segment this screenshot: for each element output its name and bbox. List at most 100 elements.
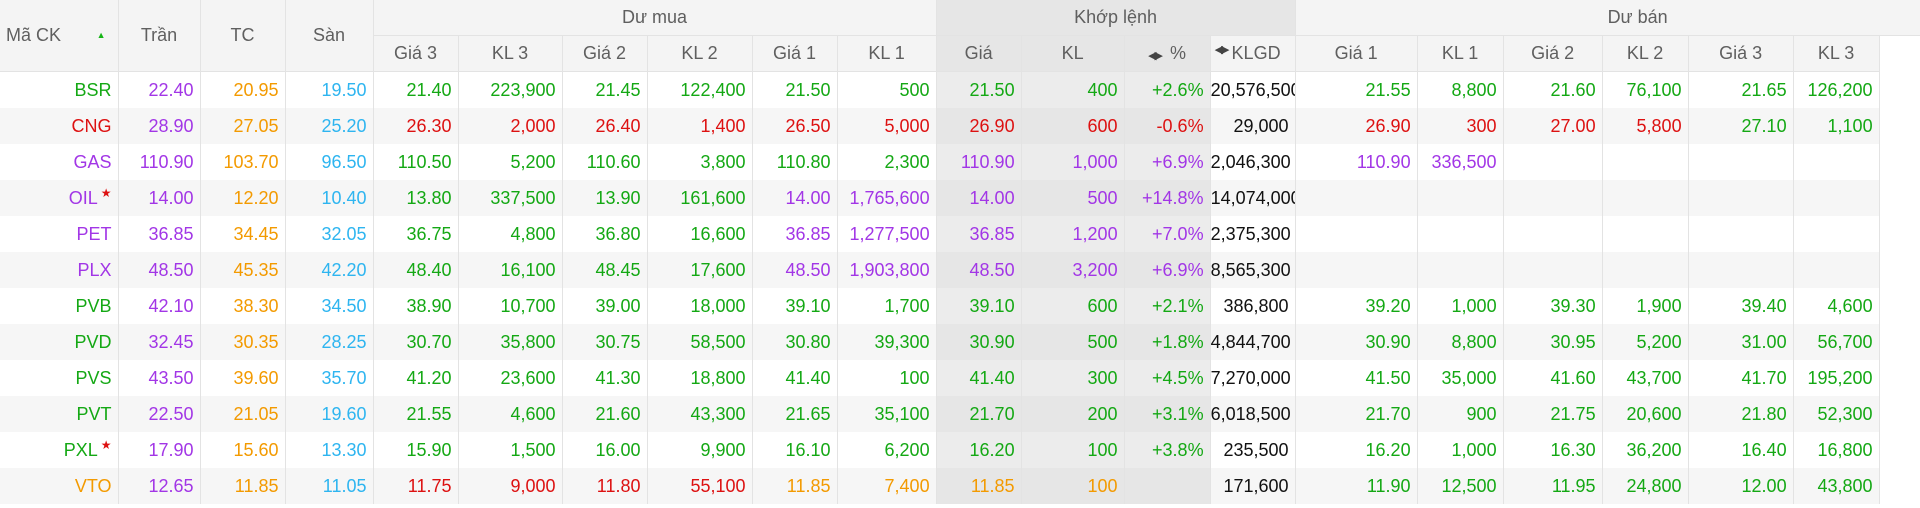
- table-row[interactable]: PLX 48.50 45.35 42.20 48.40 16,100 48.45 17,600…: [0, 252, 1920, 288]
- table-row[interactable]: PVD 32.45 30.35 28.25 30.70 35,800 30.75 58,500…: [0, 324, 1920, 360]
- bid-vol-3-cell: 337,500: [458, 180, 563, 216]
- match-percent-cell: -0.6%: [1124, 108, 1211, 144]
- symbol-label[interactable]: OIL: [69, 188, 98, 208]
- header-ask-price-3[interactable]: Giá 3: [1688, 35, 1794, 72]
- ask-vol-3-cell: [1793, 180, 1880, 216]
- symbol-label[interactable]: VTO: [75, 476, 112, 496]
- ask-price-3-cell: 31.00: [1688, 324, 1794, 360]
- symbol-cell[interactable]: PVT: [0, 396, 119, 432]
- toggle-arrows-icon[interactable]: ◀▶: [1148, 50, 1163, 62]
- total-volume-cell: 2,046,300: [1210, 144, 1296, 180]
- table-row[interactable]: PVS 43.50 39.60 35.70 41.20 23,600 41.30 18,800…: [0, 360, 1920, 396]
- symbol-cell[interactable]: GAS: [0, 144, 119, 180]
- bid-price-3-cell: 38.90: [373, 288, 459, 324]
- symbol-label[interactable]: GAS: [73, 152, 111, 172]
- header-floor[interactable]: Sàn: [285, 0, 374, 72]
- header-ask-price-1[interactable]: Giá 1: [1295, 35, 1418, 72]
- toggle-arrows-icon[interactable]: ◀▶: [1215, 43, 1230, 56]
- symbol-cell[interactable]: CNG: [0, 108, 119, 144]
- match-volume-cell: 600: [1021, 108, 1125, 144]
- header-total-volume[interactable]: ◀▶ KLGD: [1210, 35, 1296, 72]
- total-volume-cell: 20,576,500: [1210, 71, 1296, 108]
- header-bid-vol-1[interactable]: KL 1: [837, 35, 937, 72]
- header-bid-price-2[interactable]: Giá 2: [562, 35, 648, 72]
- header-match-volume[interactable]: KL: [1021, 35, 1125, 72]
- header-reference[interactable]: TC: [200, 0, 286, 72]
- bid-vol-1-cell: 500: [837, 71, 937, 108]
- header-ask-vol-3[interactable]: KL 3: [1793, 35, 1880, 72]
- table-row[interactable]: BSR 22.40 20.95 19.50 21.40 223,900 21.45 122,4…: [0, 71, 1920, 108]
- ceiling-price-cell: 36.85: [118, 216, 201, 252]
- bid-price-3-cell: 36.75: [373, 216, 459, 252]
- table-row[interactable]: PET 36.85 34.45 32.05 36.75 4,800 36.80 16,600 3…: [0, 216, 1920, 252]
- header-ask-price-2[interactable]: Giá 2: [1503, 35, 1603, 72]
- header-match-group: Khớp lệnh: [936, 0, 1296, 36]
- total-volume-cell: 14,074,000: [1210, 180, 1296, 216]
- bid-price-2-cell: 11.80: [562, 468, 648, 504]
- header-ceiling[interactable]: Trần: [118, 0, 201, 72]
- header-ask-vol-2[interactable]: KL 2: [1602, 35, 1689, 72]
- symbol-cell[interactable]: PVD: [0, 324, 119, 360]
- symbol-cell[interactable]: PLX: [0, 252, 119, 288]
- table-row[interactable]: OIL ★ 14.00 12.20 10.40 13.80 337,500 13.90 161,…: [0, 180, 1920, 216]
- symbol-cell[interactable]: PVS: [0, 360, 119, 396]
- symbol-label[interactable]: BSR: [74, 80, 111, 100]
- price-board-table: Mã CK ▲ Trần TC Sàn Dư mua Khớp lệnh Dư …: [0, 0, 1920, 504]
- symbol-cell[interactable]: VTO: [0, 468, 119, 504]
- symbol-cell[interactable]: PET: [0, 216, 119, 252]
- symbol-label[interactable]: CNG: [72, 116, 112, 136]
- bid-vol-3-cell: 10,700: [458, 288, 563, 324]
- match-volume-cell: 400: [1021, 71, 1125, 108]
- header-bid-price-1[interactable]: Giá 1: [752, 35, 838, 72]
- ask-vol-1-cell: 12,500: [1417, 468, 1504, 504]
- header-match-price[interactable]: Giá: [936, 35, 1022, 72]
- bid-vol-2-cell: 9,900: [647, 432, 753, 468]
- ask-price-3-cell: 21.80: [1688, 396, 1794, 432]
- floor-price-cell: 25.20: [285, 108, 374, 144]
- ask-vol-3-cell: 56,700: [1793, 324, 1880, 360]
- bid-price-3-cell: 110.50: [373, 144, 459, 180]
- symbol-cell[interactable]: PVB: [0, 288, 119, 324]
- symbol-cell[interactable]: PXL ★: [0, 432, 119, 468]
- symbol-label[interactable]: PET: [76, 224, 111, 244]
- table-row[interactable]: PXL ★ 17.90 15.60 13.30 15.90 1,500 16.00 9,900 1…: [0, 432, 1920, 468]
- symbol-label[interactable]: PLX: [77, 260, 111, 280]
- table-row[interactable]: VTO 12.65 11.85 11.05 11.75 9,000 11.80 55,100 1…: [0, 468, 1920, 504]
- ask-price-1-cell: 39.20: [1295, 288, 1418, 324]
- table-row[interactable]: GAS 110.90 103.70 96.50 110.50 5,200 110.60 3,8…: [0, 144, 1920, 180]
- header-bid-vol-2[interactable]: KL 2: [647, 35, 753, 72]
- floor-price-cell: 34.50: [285, 288, 374, 324]
- ceiling-price-cell: 32.45: [118, 324, 201, 360]
- symbol-cell[interactable]: BSR: [0, 71, 119, 108]
- sort-asc-icon[interactable]: ▲: [97, 30, 106, 40]
- symbol-label[interactable]: PVB: [75, 296, 111, 316]
- table-row[interactable]: PVB 42.10 38.30 34.50 38.90 10,700 39.00 18,000…: [0, 288, 1920, 324]
- bid-price-1-cell: 21.50: [752, 71, 838, 108]
- header-ask-vol-1[interactable]: KL 1: [1417, 35, 1504, 72]
- bid-vol-3-cell: 223,900: [458, 71, 563, 108]
- match-percent-cell: +4.5%: [1124, 360, 1211, 396]
- header-ask-group: Dư bán: [1295, 0, 1920, 36]
- symbol-cell[interactable]: OIL ★: [0, 180, 119, 216]
- table-row[interactable]: PVT 22.50 21.05 19.60 21.55 4,600 21.60 43,300 2…: [0, 396, 1920, 432]
- bid-price-3-cell: 41.20: [373, 360, 459, 396]
- symbol-label[interactable]: PVS: [75, 368, 111, 388]
- header-bid-price-3[interactable]: Giá 3: [373, 35, 459, 72]
- ask-vol-2-cell: 1,900: [1602, 288, 1689, 324]
- header-symbol[interactable]: Mã CK ▲: [0, 0, 119, 72]
- header-match-percent[interactable]: ◀▶ %: [1124, 35, 1211, 72]
- symbol-label[interactable]: PXL: [64, 440, 98, 460]
- total-volume-cell: 235,500: [1210, 432, 1296, 468]
- header-bid-vol-3[interactable]: KL 3: [458, 35, 563, 72]
- table-row[interactable]: CNG 28.90 27.05 25.20 26.30 2,000 26.40 1,400 26…: [0, 108, 1920, 144]
- ask-price-3-cell: [1688, 144, 1794, 180]
- bid-price-1-cell: 30.80: [752, 324, 838, 360]
- match-percent-cell: +14.8%: [1124, 180, 1211, 216]
- floor-price-cell: 42.20: [285, 252, 374, 288]
- match-price-cell: 39.10: [936, 288, 1022, 324]
- ask-price-2-cell: 11.95: [1503, 468, 1603, 504]
- symbol-label[interactable]: PVT: [76, 404, 111, 424]
- ask-vol-3-cell: [1793, 144, 1880, 180]
- symbol-label[interactable]: PVD: [74, 332, 111, 352]
- ask-vol-3-cell: 52,300: [1793, 396, 1880, 432]
